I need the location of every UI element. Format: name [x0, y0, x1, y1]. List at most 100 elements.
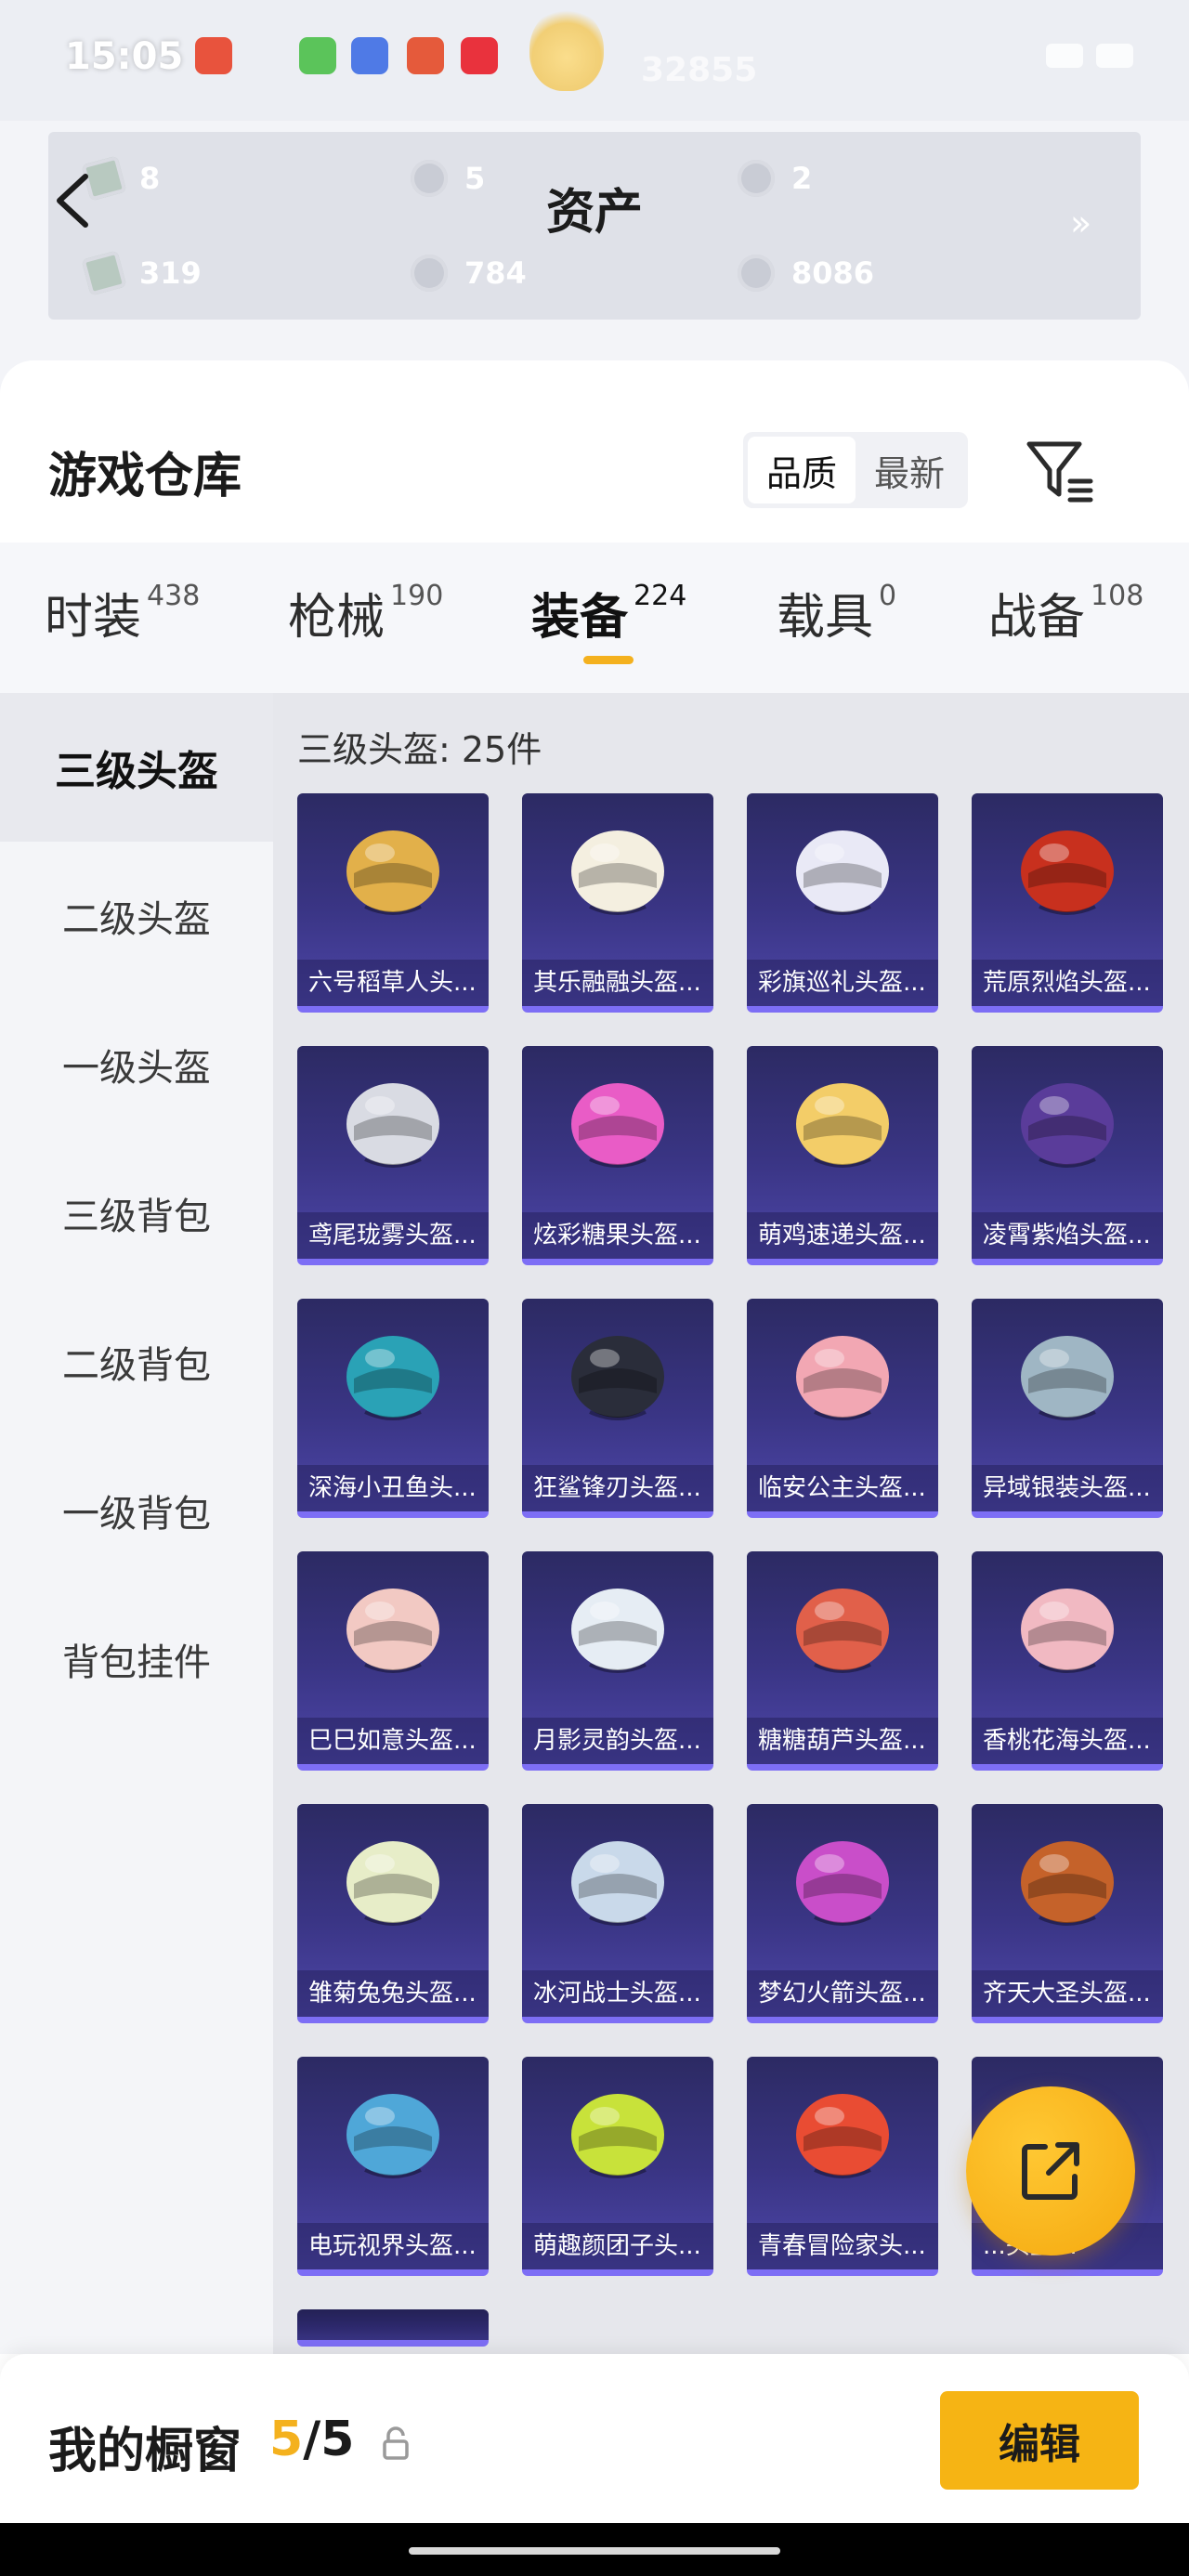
item-card[interactable]: 冰河战士头盔...: [522, 1804, 713, 2023]
white-gold-helmet-icon: [571, 830, 664, 915]
status-time: 15:05: [65, 35, 184, 78]
warehouse-title: 游戏仓库: [48, 449, 242, 504]
item-name: 其乐融融头盔...: [522, 960, 713, 1006]
lock-icon[interactable]: [381, 2426, 411, 2460]
item-card[interactable]: 萌趣颜团子头...: [522, 2057, 713, 2276]
scarecrow-helmet-icon: [346, 830, 439, 915]
item-name: [297, 2309, 489, 2340]
back-button[interactable]: [45, 167, 100, 234]
side-item-backpack-charm[interactable]: 背包挂件: [0, 1585, 273, 1733]
item-card[interactable]: 临安公主头盔...: [747, 1299, 938, 1518]
item-card[interactable]: 六号稻草人头...: [297, 793, 489, 1013]
item-card[interactable]: [297, 2309, 489, 2347]
coin-icon: [738, 160, 775, 197]
tab-gear[interactable]: 战备 108: [988, 578, 1143, 652]
item-card[interactable]: 电玩视界头盔...: [297, 2057, 489, 2276]
side-item-level2-helmet[interactable]: 二级头盔: [0, 842, 273, 990]
asset-item: 8086: [738, 255, 874, 292]
showcase-total: 5: [320, 2412, 355, 2467]
item-name: 齐天大圣头盔...: [972, 1970, 1163, 2017]
tab-vehicles[interactable]: 载具 0: [777, 578, 896, 652]
item-card[interactable]: 其乐融融头盔...: [522, 793, 713, 1013]
item-name: 萌趣颜团子头...: [522, 2223, 713, 2269]
shark-helmet-icon: [571, 1336, 664, 1420]
item-card[interactable]: 巳巳如意头盔...: [297, 1551, 489, 1771]
chick-helmet-icon: [796, 1083, 889, 1168]
iris-helmet-icon: [346, 1083, 439, 1168]
sort-toggle[interactable]: 品质 最新: [743, 432, 968, 508]
filter-button[interactable]: [1022, 433, 1096, 507]
app-icon-music: [461, 37, 498, 74]
tab-fashion[interactable]: 时装 438: [45, 578, 200, 652]
item-card[interactable]: 雏菊兔兔头盔...: [297, 1804, 489, 2023]
more-arrows-icon[interactable]: »: [1070, 203, 1091, 243]
item-name: 临安公主头盔...: [747, 1465, 938, 1511]
item-card[interactable]: 狂鲨锋刃头盔...: [522, 1299, 713, 1518]
page-title: 资产: [545, 185, 643, 241]
card-icon: [81, 250, 127, 296]
adventure-helmet-icon: [796, 2094, 889, 2178]
asset-item: 784: [411, 255, 527, 292]
item-card[interactable]: 荒原烈焰头盔...: [972, 793, 1163, 1013]
item-card[interactable]: 深海小丑鱼头...: [297, 1299, 489, 1518]
snake-helmet-icon: [346, 1589, 439, 1673]
item-card[interactable]: 凌霄紫焰头盔...: [972, 1046, 1163, 1265]
sort-latest-option[interactable]: 最新: [856, 437, 963, 503]
wifi-icon: [1046, 44, 1083, 68]
rocket-helmet-icon: [796, 1841, 889, 1926]
item-card[interactable]: 月影灵韵头盔...: [522, 1551, 713, 1771]
item-card[interactable]: 青春冒险家头...: [747, 2057, 938, 2276]
gourd-helmet-icon: [796, 1589, 889, 1673]
item-name: 香桃花海头盔...: [972, 1718, 1163, 1764]
item-card[interactable]: 萌鸡速递头盔...: [747, 1046, 938, 1265]
side-item-level1-helmet[interactable]: 一级头盔: [0, 990, 273, 1139]
side-item-level2-backpack[interactable]: 二级背包: [0, 1288, 273, 1436]
flame-icon: [529, 7, 604, 91]
item-card[interactable]: 香桃花海头盔...: [972, 1551, 1163, 1771]
gamer-helmet-icon: [346, 2094, 439, 2178]
chevron-left-icon: [57, 174, 88, 228]
showcase-label: 我的橱窗: [48, 2424, 242, 2479]
side-item-level3-backpack[interactable]: 三级背包: [0, 1139, 273, 1288]
asset-item: 2: [738, 160, 812, 197]
app-icon-red: [195, 37, 232, 74]
side-item-level1-backpack[interactable]: 一级背包: [0, 1436, 273, 1585]
coin-icon: [411, 255, 448, 292]
asset-item: 5: [411, 160, 485, 197]
item-card[interactable]: 梦幻火箭头盔...: [747, 1804, 938, 2023]
status-bar: 15:05 32855: [0, 0, 1189, 121]
item-card[interactable]: 彩旗巡礼头盔...: [747, 793, 938, 1013]
battery-icon: [1096, 44, 1133, 68]
system-icons: [947, 37, 1133, 74]
tab-equipment[interactable]: 装备 224: [531, 578, 686, 652]
home-indicator[interactable]: [409, 2547, 780, 2555]
monkey-king-helmet-icon: [1021, 1841, 1114, 1926]
item-name: 荒原烈焰头盔...: [972, 960, 1163, 1006]
item-card[interactable]: 异域银装头盔...: [972, 1299, 1163, 1518]
app-icon-green: [299, 37, 336, 74]
item-card[interactable]: 齐天大圣头盔...: [972, 1804, 1163, 2023]
item-name: 月影灵韵头盔...: [522, 1718, 713, 1764]
item-name: 狂鲨锋刃头盔...: [522, 1465, 713, 1511]
item-card[interactable]: 糖糖葫芦头盔...: [747, 1551, 938, 1771]
item-card[interactable]: 鸢尾珑雾头盔...: [297, 1046, 489, 1265]
item-name: 彩旗巡礼头盔...: [747, 960, 938, 1006]
share-icon: [1022, 2142, 1079, 2200]
share-button[interactable]: [966, 2086, 1135, 2256]
filter-icon: [1026, 441, 1093, 503]
glacier-helmet-icon: [571, 1841, 664, 1926]
coin-icon: [738, 255, 775, 292]
item-name: 青春冒险家头...: [747, 2223, 938, 2269]
item-name: 巳巳如意头盔...: [297, 1718, 489, 1764]
tab-weapons[interactable]: 枪械 190: [288, 578, 443, 652]
edit-button[interactable]: 编辑: [940, 2391, 1139, 2490]
side-item-level3-helmet[interactable]: 三级头盔: [0, 693, 273, 842]
item-name: 雏菊兔兔头盔...: [297, 1970, 489, 2017]
clownfish-helmet-icon: [346, 1336, 439, 1420]
sort-quality-option[interactable]: 品质: [748, 437, 856, 503]
item-card[interactable]: 炫彩糖果头盔...: [522, 1046, 713, 1265]
item-name: 六号稻草人头...: [297, 960, 489, 1006]
showcase-count: 5/5: [269, 2412, 354, 2467]
active-tab-indicator: [583, 656, 634, 664]
item-name: 凌霄紫焰头盔...: [972, 1212, 1163, 1259]
